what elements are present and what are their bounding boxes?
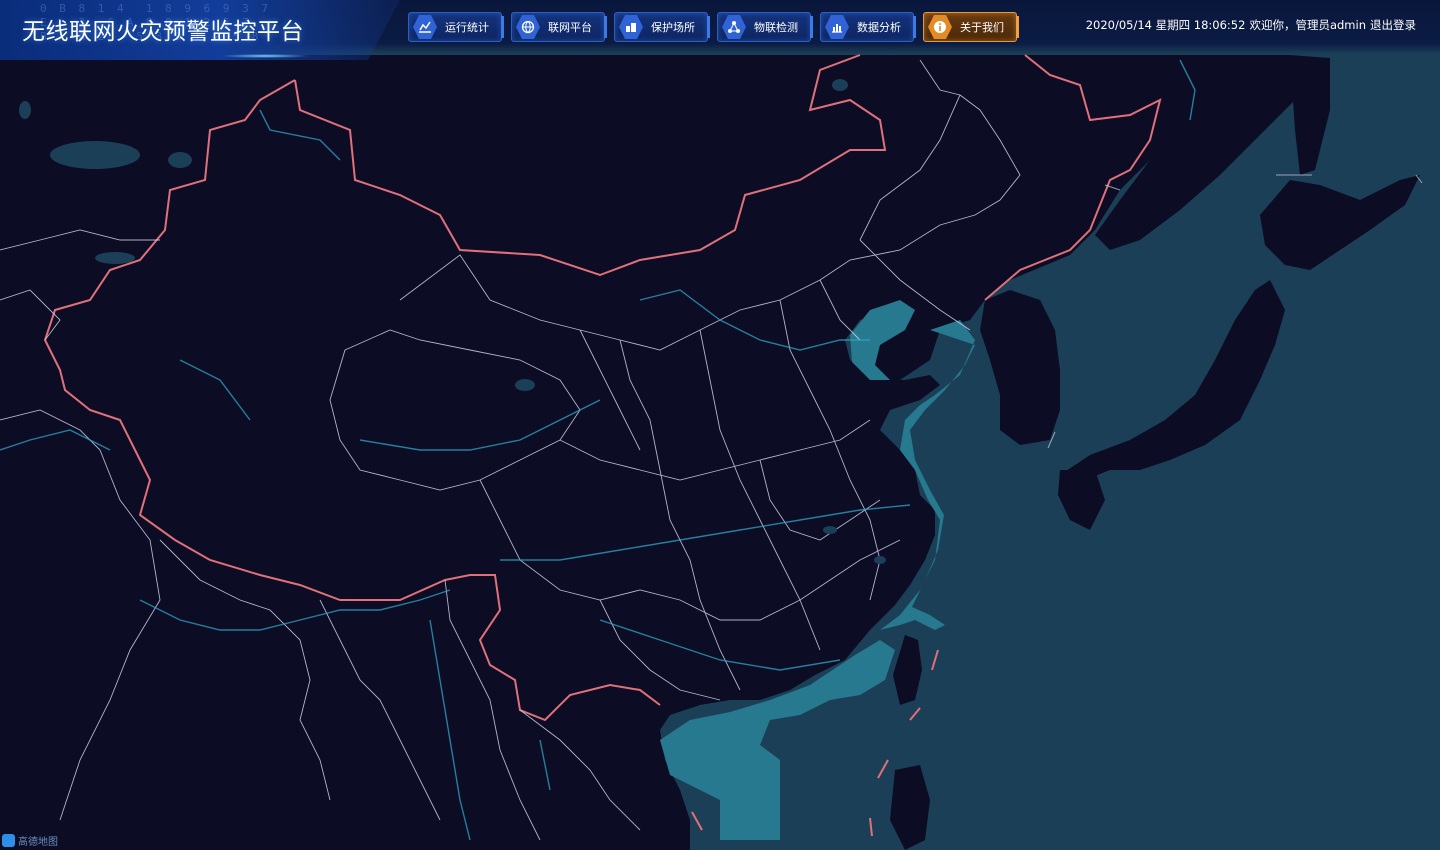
amap-logo-icon — [2, 834, 15, 847]
app-root: 0 B 8 1 4 1 8 9 6 9 3 7 E 3 6 A 8 0 1 2 … — [0, 0, 1440, 850]
map-provider-label: 高德地图 — [18, 837, 58, 848]
map-canvas[interactable] — [0, 0, 1440, 850]
nav-network-platform-button[interactable]: 联网平台 — [511, 12, 607, 42]
nav-label: 保护场所 — [651, 21, 695, 34]
nav-corner — [707, 16, 710, 38]
status-area: 2020/05/14 星期四 18:06:52 欢迎你，管理员admin 退出登… — [1086, 17, 1416, 33]
nav-iot-detection-button[interactable]: 物联检测 — [717, 12, 813, 42]
nav-corner — [1016, 16, 1019, 38]
globe-icon — [516, 15, 540, 39]
app-title: 无线联网火灾预警监控平台 — [22, 19, 304, 45]
map-provider-logo: 高德地图 — [2, 833, 58, 848]
top-bar: 0 B 8 1 4 1 8 9 6 9 3 7 E 3 6 A 8 0 1 2 … — [0, 0, 1440, 60]
bar-chart-icon — [825, 15, 849, 39]
nav-data-analysis-button[interactable]: 数据分析 — [820, 12, 916, 42]
network-icon — [722, 15, 746, 39]
nav-label: 数据分析 — [857, 21, 901, 34]
nav-corner — [604, 16, 607, 38]
chart-line-icon — [413, 15, 437, 39]
nav-corner — [810, 16, 813, 38]
building-icon — [619, 15, 643, 39]
title-glow — [220, 54, 310, 58]
nav-label: 关于我们 — [960, 21, 1004, 34]
logout-link[interactable]: 退出登录 — [1370, 17, 1416, 33]
nav-about-us-button[interactable]: 关于我们 — [923, 12, 1019, 42]
main-nav: 运行统计 联网平台 保护场所 物联检测 数据分析 关于我们 — [408, 12, 1019, 42]
nav-label: 物联检测 — [754, 21, 798, 34]
nav-corner — [913, 16, 916, 38]
nav-label: 运行统计 — [445, 21, 489, 34]
nav-corner — [501, 16, 504, 38]
nav-protected-sites-button[interactable]: 保护场所 — [614, 12, 710, 42]
map-view[interactable] — [0, 0, 1440, 850]
info-icon — [928, 15, 952, 39]
welcome-text: 欢迎你，管理员admin — [1249, 18, 1366, 32]
nav-label: 联网平台 — [548, 21, 592, 34]
datetime-display: 2020/05/14 星期四 18:06:52 — [1085, 18, 1246, 32]
nav-run-stats-button[interactable]: 运行统计 — [408, 12, 504, 42]
